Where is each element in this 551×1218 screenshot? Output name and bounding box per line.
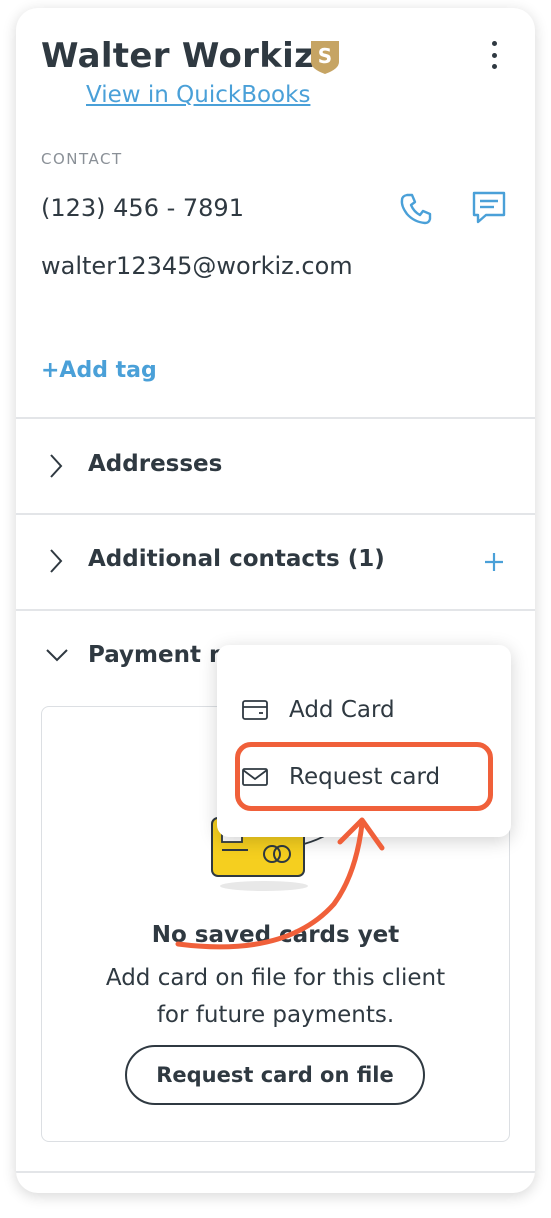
chevron-right-icon[interactable]: [46, 546, 66, 576]
phone-number: (123) 456 - 7891: [41, 194, 244, 222]
svg-text:S: S: [318, 44, 332, 68]
menu-item-add-card[interactable]: Add Card: [217, 681, 511, 741]
message-icon[interactable]: [470, 189, 508, 227]
request-card-on-file-button[interactable]: Request card on file: [125, 1045, 425, 1105]
payment-dropdown-menu: Add Card Request card: [217, 645, 511, 837]
no-cards-description: Add card on file for this client for fut…: [16, 960, 535, 1034]
addresses-section-title[interactable]: Addresses: [88, 451, 222, 477]
menu-item-request-card[interactable]: Request card: [217, 748, 511, 808]
no-cards-line-2: for future payments.: [156, 1002, 395, 1028]
badge-icon: S: [311, 41, 339, 74]
payment-methods-section-title[interactable]: Payment m: [88, 642, 233, 668]
view-in-quickbooks-link[interactable]: View in QuickBooks: [86, 82, 310, 108]
divider: [16, 513, 535, 515]
divider: [16, 1171, 535, 1173]
kebab-menu-icon[interactable]: [482, 38, 506, 72]
email-address: walter12345@workiz.com: [41, 252, 353, 280]
divider: [16, 417, 535, 419]
additional-contacts-section-title[interactable]: Additional contacts (1): [88, 546, 385, 572]
phone-icon[interactable]: [398, 191, 434, 227]
credit-card-icon: [242, 700, 268, 720]
menu-item-label: Add Card: [289, 697, 395, 723]
envelope-icon: [242, 768, 268, 786]
no-cards-title: No saved cards yet: [151, 922, 400, 948]
add-tag-button[interactable]: +Add tag: [41, 358, 157, 383]
divider: [16, 609, 535, 611]
chevron-right-icon[interactable]: [46, 451, 66, 481]
client-name: Walter Workiz: [41, 36, 315, 76]
menu-item-label: Request card: [289, 764, 441, 790]
client-details-panel: Walter Workiz S View in QuickBooks CONTA…: [16, 8, 535, 1193]
no-cards-line-1: Add card on file for this client: [105, 965, 446, 991]
plus-icon[interactable]: [482, 550, 506, 574]
chevron-down-icon[interactable]: [44, 644, 70, 666]
contact-section-label: CONTACT: [41, 150, 123, 168]
